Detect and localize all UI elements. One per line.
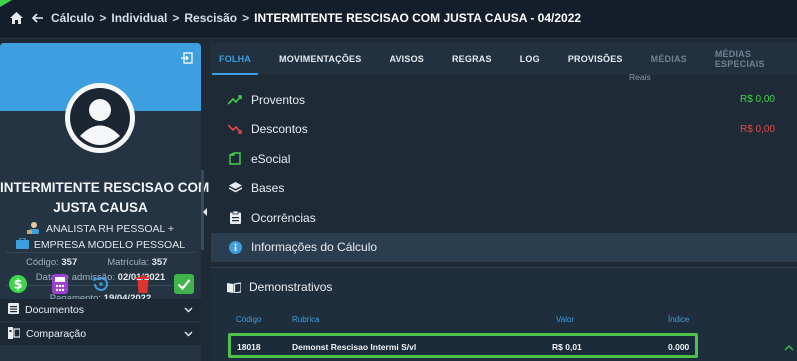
action-buttons: $ xyxy=(8,273,194,295)
home-icon[interactable] xyxy=(10,12,23,24)
breadcrumb-separator: > xyxy=(99,11,107,25)
employee-name-line1: INTERMITENTE RESCISAO COM xyxy=(0,180,210,195)
codigo-label: Código: xyxy=(26,257,59,268)
col-header-valor[interactable]: Valor xyxy=(556,315,574,324)
accordion-comparacao[interactable]: Comparação xyxy=(0,323,201,345)
calculation-menu: Proventos R$ 0,00 Descontos R$ 0,00 eSoc… xyxy=(211,85,797,262)
menu-item-ocorrencias[interactable]: Ocorrências xyxy=(211,203,797,233)
confirm-check-icon[interactable] xyxy=(174,274,194,294)
briefcase-icon xyxy=(15,237,29,252)
clipboard-icon xyxy=(227,211,243,225)
menu-label: Ocorrências xyxy=(251,210,316,225)
cell-codigo: 18018 xyxy=(237,342,261,352)
employee-name-line2: JUSTA CAUSA xyxy=(53,200,148,215)
breadcrumb-rescisao[interactable]: Rescisão xyxy=(184,11,237,25)
cell-rubrica: Demonst Rescisao Intermi S/vl xyxy=(292,342,417,352)
cell-indice: 0.000 xyxy=(668,342,690,352)
menu-label: Proventos xyxy=(251,92,306,107)
svg-text:$: $ xyxy=(13,278,22,293)
tab-medias-especiais[interactable]: MÉDIAS ESPECIAIS xyxy=(715,43,769,75)
matricula-label: Matrícula: xyxy=(107,257,149,268)
trending-up-icon xyxy=(227,93,243,107)
employee-role: ANALISTA RH PESSOAL + xyxy=(0,221,201,237)
demonstrativos-header[interactable]: Demonstrativos xyxy=(227,280,332,294)
corner-indicator xyxy=(0,0,12,7)
breadcrumb-separator: > xyxy=(242,11,250,25)
tab-movimentacoes[interactable]: MOVIMENTAÇÕES xyxy=(279,43,361,75)
book-open-icon xyxy=(227,281,241,293)
menu-label: eSocial xyxy=(251,151,291,166)
chevron-down-icon xyxy=(184,328,193,340)
money-icon[interactable]: $ xyxy=(8,274,28,294)
menu-item-proventos[interactable]: Proventos R$ 0,00 xyxy=(211,85,797,115)
menu-label: Informações do Cálculo xyxy=(251,240,378,255)
trending-down-icon xyxy=(227,122,243,136)
tab-folha[interactable]: FOLHA xyxy=(212,43,258,75)
trash-icon[interactable] xyxy=(133,274,153,294)
col-header-codigo[interactable]: Código xyxy=(236,315,261,324)
recalculate-icon[interactable] xyxy=(91,274,111,294)
employee-name: INTERMITENTE RESCISAO COM JUSTA CAUSA xyxy=(0,178,210,218)
collapse-panel-icon[interactable] xyxy=(203,208,207,216)
user-role-icon xyxy=(26,221,41,237)
menu-item-descontos[interactable]: Descontos R$ 0,00 xyxy=(211,115,797,145)
document-list-icon xyxy=(8,303,19,317)
codigo-matricula-row: Código: 357 Matrícula: 357 xyxy=(0,257,201,268)
descontos-value: R$ 0,00 xyxy=(739,123,775,135)
accordion-label: Comparação xyxy=(26,328,87,340)
codigo-value: 357 xyxy=(61,257,78,268)
proventos-value: R$ 0,00 xyxy=(739,94,775,106)
demonstrativos-title: Demonstrativos xyxy=(249,280,333,294)
menu-label: Bases xyxy=(251,181,285,196)
chevron-up-icon[interactable] xyxy=(784,338,794,356)
info-icon xyxy=(227,240,243,254)
tab-regras[interactable]: REGRAS xyxy=(452,43,492,75)
esocial-icon xyxy=(227,152,243,166)
breadcrumb-separator: > xyxy=(172,11,180,25)
menu-item-bases[interactable]: Bases xyxy=(211,174,797,204)
tab-medias[interactable]: MÉDIAS xyxy=(651,43,687,75)
matricula-value: 357 xyxy=(151,257,168,268)
col-header-rubrica[interactable]: Rubrica xyxy=(292,315,320,324)
tab-avisos[interactable]: AVISOS xyxy=(389,43,424,75)
tab-provisoes[interactable]: PROVISÕES xyxy=(568,43,623,75)
breadcrumb-bar: Cálculo > Individual > Rescisão > INTERM… xyxy=(0,0,797,37)
menu-item-esocial[interactable]: eSocial xyxy=(211,144,797,174)
calculator-icon[interactable] xyxy=(50,274,70,294)
compare-icon xyxy=(8,326,21,342)
tab-log[interactable]: LOG xyxy=(520,43,540,75)
breadcrumb-individual[interactable]: Individual xyxy=(111,11,167,25)
currency-header-partial: Reais xyxy=(629,72,651,82)
col-header-indice[interactable]: Índice xyxy=(668,315,689,324)
exit-icon[interactable] xyxy=(181,51,193,69)
company-label: EMPRESA MODELO PESSOAL xyxy=(33,239,186,251)
menu-label: Descontos xyxy=(251,122,308,137)
accordion-label: Documentos xyxy=(25,304,84,316)
tab-bar: FOLHA MOVIMENTAÇÕES AVISOS REGRAS LOG PR… xyxy=(211,43,797,75)
employee-company: EMPRESA MODELO PESSOAL xyxy=(0,237,201,252)
menu-item-informacoes-calculo[interactable]: Informações do Cálculo xyxy=(211,232,797,262)
divider xyxy=(6,252,195,253)
avatar xyxy=(65,83,135,153)
back-arrow-icon[interactable] xyxy=(32,13,44,23)
chevron-down-icon xyxy=(184,304,193,316)
layers-icon xyxy=(227,181,243,195)
breadcrumb-calculo[interactable]: Cálculo xyxy=(51,11,94,25)
accordion-documentos[interactable]: Documentos xyxy=(0,299,201,321)
breadcrumb-current: INTERMITENTE RESCISAO COM JUSTA CAUSA - … xyxy=(254,11,582,25)
role-label: ANALISTA RH PESSOAL + xyxy=(45,223,175,235)
cell-valor: R$ 0,01 xyxy=(552,342,582,352)
